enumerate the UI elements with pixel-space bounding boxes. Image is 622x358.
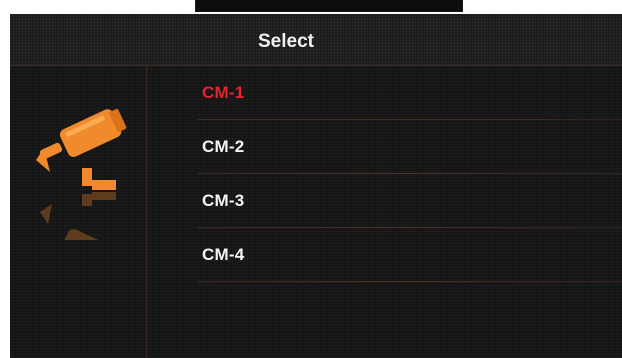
device-display: Select CM-1 CM-2 CM-3 CM-4 xyxy=(0,0,622,358)
menu-item-label: CM-3 xyxy=(202,191,245,210)
menu-item-label: CM-4 xyxy=(202,245,245,264)
menu-item-cm-4[interactable]: CM-4 xyxy=(147,228,622,282)
menu-item-cm-2[interactable]: CM-2 xyxy=(147,120,622,174)
security-camera-icon xyxy=(36,108,127,240)
menu-item-label: CM-2 xyxy=(202,137,245,156)
camera-select-list: CM-1 CM-2 CM-3 CM-4 xyxy=(147,66,622,358)
menu-divider xyxy=(197,281,622,282)
menu-item-label: CM-1 xyxy=(202,83,245,102)
menu-item-cm-1[interactable]: CM-1 xyxy=(147,66,622,120)
title-bar: Select xyxy=(10,14,622,66)
page-title: Select xyxy=(258,31,314,52)
select-menu-screen: Select CM-1 CM-2 CM-3 CM-4 xyxy=(10,14,622,358)
menu-item-cm-3[interactable]: CM-3 xyxy=(147,174,622,228)
top-bezel-tab xyxy=(195,0,463,12)
